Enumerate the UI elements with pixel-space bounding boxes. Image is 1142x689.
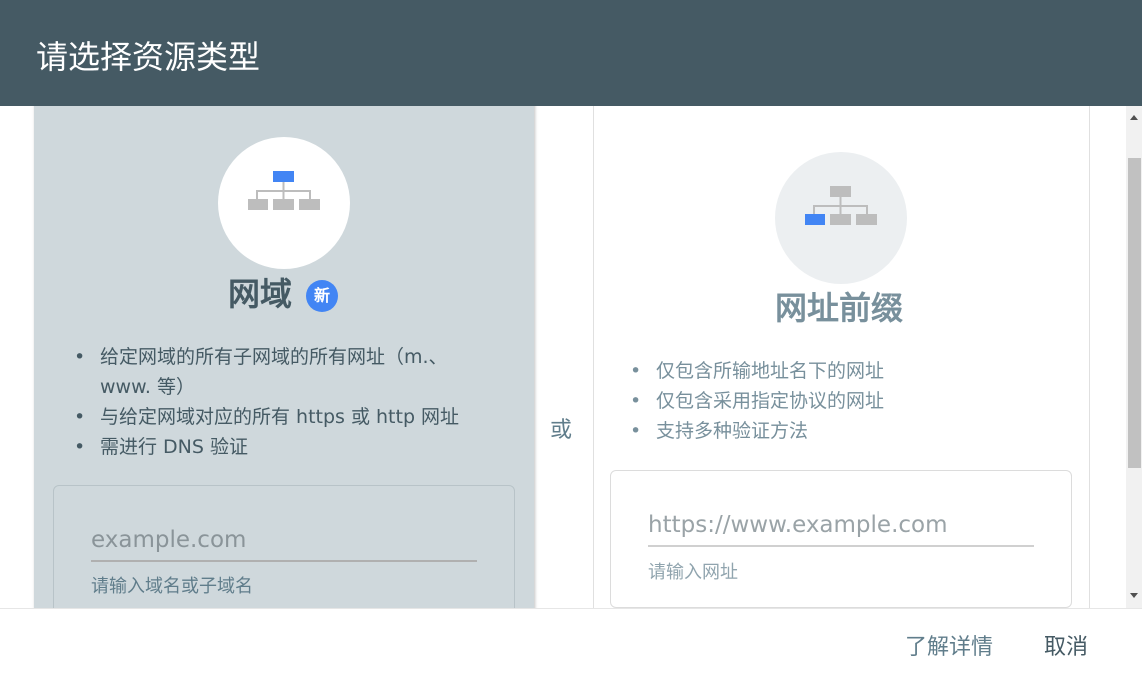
url-prefix-feature-item: 仅包含采用指定协议的网址 — [630, 386, 1050, 416]
url-prefix-option-card[interactable]: 网址前缀 仅包含所输地址名下的网址 仅包含采用指定协议的网址 支持多种验证方法 … — [593, 106, 1090, 608]
cancel-button[interactable]: 取消 — [1044, 633, 1088, 663]
url-prefix-input[interactable] — [648, 505, 1034, 547]
url-prefix-title: 网址前缀 — [775, 289, 904, 327]
domain-feature-list: 给定网域的所有子网域的所有网址（m.、www. 等） 与给定网域对应的所有 ht… — [74, 342, 494, 462]
content-scrollbar[interactable] — [1126, 106, 1142, 608]
domain-icon-circle — [218, 137, 350, 269]
sitemap-icon — [805, 186, 877, 225]
url-prefix-feature-item: 仅包含所输地址名下的网址 — [630, 356, 1050, 386]
learn-more-button[interactable]: 了解详情 — [905, 633, 993, 663]
resource-type-dialog: 请选择资源类型 网域 新 给定网域的所有子网域的 — [0, 0, 1142, 689]
url-prefix-input-hint: 请输入网址 — [648, 562, 738, 583]
domain-feature-item: 需进行 DNS 验证 — [74, 432, 494, 462]
url-prefix-feature-item: 支持多种验证方法 — [630, 416, 1050, 446]
scroll-up-arrow-icon[interactable] — [1126, 112, 1142, 124]
dialog-header: 请选择资源类型 — [0, 0, 1142, 106]
scrollbar-thumb[interactable] — [1128, 158, 1141, 468]
domain-feature-item: 给定网域的所有子网域的所有网址（m.、www. 等） — [74, 342, 494, 402]
or-separator: 或 — [550, 418, 573, 443]
domain-input-hint: 请输入域名或子域名 — [91, 576, 253, 597]
dialog-title: 请选择资源类型 — [36, 38, 261, 76]
url-prefix-feature-list: 仅包含所输地址名下的网址 仅包含采用指定协议的网址 支持多种验证方法 — [630, 356, 1050, 446]
dialog-content: 网域 新 给定网域的所有子网域的所有网址（m.、www. 等） 与给定网域对应的… — [0, 106, 1142, 608]
dialog-footer: 了解详情 取消 — [0, 608, 1142, 689]
domain-input[interactable] — [91, 520, 477, 562]
domain-title: 网域 — [228, 275, 293, 313]
sitemap-icon — [248, 171, 320, 210]
domain-option-card[interactable]: 网域 新 给定网域的所有子网域的所有网址（m.、www. 等） 与给定网域对应的… — [34, 106, 534, 608]
url-prefix-icon-circle — [775, 152, 907, 284]
url-prefix-input-container: 请输入网址 — [610, 470, 1072, 608]
new-badge: 新 — [306, 280, 338, 312]
domain-input-container: 请输入域名或子域名 — [53, 485, 515, 608]
domain-feature-item: 与给定网域对应的所有 https 或 http 网址 — [74, 402, 494, 432]
scroll-down-arrow-icon[interactable] — [1126, 590, 1142, 602]
